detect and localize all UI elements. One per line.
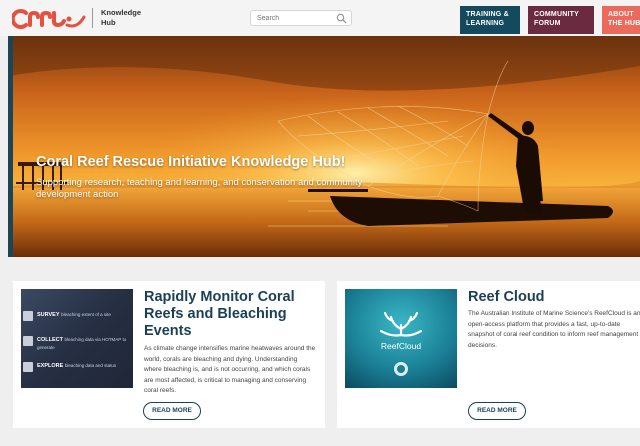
hero-banner: Coral Reef Rescue Initiative Knowledge H… <box>8 36 640 257</box>
nav-training-line1: TRAINING & <box>466 11 509 18</box>
card-thumbnail-reefcloud[interactable]: ReefCloud <box>345 289 457 388</box>
card-title[interactable]: Rapidly Monitor Coral Reefs and Bleachin… <box>144 289 320 340</box>
card-thumbnail-survey[interactable]: SURVEY bleaching extent of a site COLLEC… <box>21 289 133 388</box>
read-more-button[interactable]: READ MORE <box>468 402 526 420</box>
site-header: Knowledge Hub TRAINING & LEARNING COMMUN… <box>0 0 640 36</box>
nav-about-line2: THE HUB <box>608 20 640 27</box>
thumb-row-explore-head: EXPLORE <box>37 363 64 369</box>
card-description: As climate change intensifies marine hea… <box>144 345 316 394</box>
hero-image <box>8 36 640 257</box>
read-more-button[interactable]: READ MORE <box>143 402 201 420</box>
search-icon[interactable] <box>336 13 347 24</box>
nav-community-line1: COMMUNITY <box>534 11 579 18</box>
logo-text-line1: Knowledge <box>101 8 142 17</box>
logo-text: Knowledge Hub <box>101 8 141 28</box>
logo-text-line2: Hub <box>101 18 116 27</box>
reefcloud-image <box>345 289 457 388</box>
logo-divider <box>92 8 93 28</box>
nav-training-learning[interactable]: TRAINING & LEARNING <box>460 6 520 34</box>
nav-community-forum[interactable]: COMMUNITY FORUM <box>528 6 594 34</box>
thumb-row-explore-text: bleaching data and status <box>64 363 117 368</box>
card-reef-cloud: ReefCloud Reef Cloud The Australian Inst… <box>337 281 640 428</box>
hero-accent-bar <box>8 36 13 257</box>
search-input[interactable] <box>257 13 333 24</box>
thumb-row-collect: COLLECT bleaching data via HOTMAP to gen… <box>37 336 133 352</box>
thumb-row-survey-text: bleaching extent of a site <box>61 312 111 317</box>
crri-logo[interactable] <box>12 7 87 31</box>
search-box[interactable] <box>250 10 352 26</box>
nav-about-line1: ABOUT <box>608 11 634 18</box>
nav-about-the-hub[interactable]: ABOUT THE HUB <box>602 6 640 34</box>
reefcloud-thumb-label: ReefCloud <box>380 341 422 351</box>
nav-training-line2: LEARNING <box>466 20 505 27</box>
survey-icon <box>23 311 33 321</box>
card-title[interactable]: Reef Cloud <box>468 289 545 306</box>
thumb-row-explore: EXPLORE bleaching data and status <box>37 362 116 370</box>
thumb-row-collect-head: COLLECT <box>37 337 63 343</box>
card-description: The Australian Institute of Marine Scien… <box>468 310 640 349</box>
explore-icon <box>23 362 33 372</box>
thumb-row-survey-head: SURVEY <box>37 312 60 318</box>
card-monitor-bleaching: SURVEY bleaching extent of a site COLLEC… <box>13 281 325 428</box>
hero-title: Coral Reef Rescue Initiative Knowledge H… <box>36 154 346 170</box>
thumb-row-survey: SURVEY bleaching extent of a site <box>37 311 111 319</box>
nav-community-line2: FORUM <box>534 20 561 27</box>
hero-subtitle: Supporting research, teaching and learni… <box>36 177 363 200</box>
collect-icon <box>23 336 33 346</box>
